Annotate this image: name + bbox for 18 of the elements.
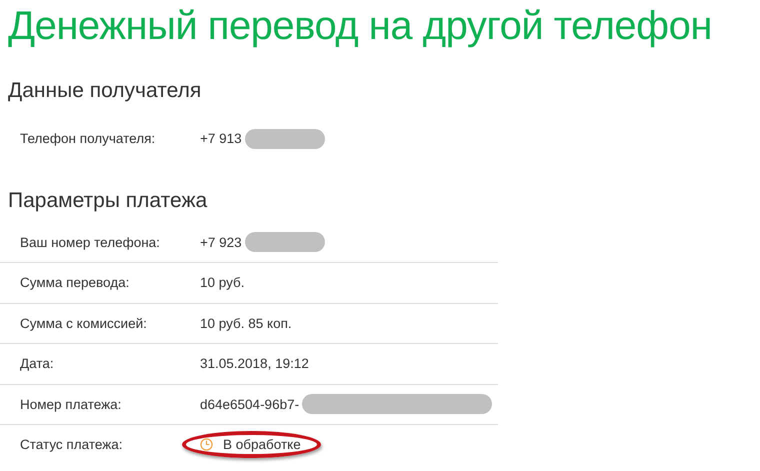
field-label: Ваш номер телефона: (19, 234, 161, 250)
section-heading: Данные получателя (7, 79, 202, 103)
field-value: +7 913 (200, 131, 242, 146)
field-label: Телефон получателя: (19, 131, 156, 146)
field-value: 31.05.2018, 19:12 (200, 356, 309, 372)
page-title: Денежный перевод на другой телефон (7, 3, 713, 49)
field-value: d64e6504-96b7- (200, 396, 300, 412)
section-heading: Параметры платежа (7, 188, 208, 212)
field-value: 10 руб. (200, 275, 245, 290)
status-value: В обработке (223, 437, 301, 452)
field-value: +7 923 (200, 234, 242, 250)
field-label: Дата: (19, 356, 55, 372)
field-label: Номер платежа: (19, 396, 122, 412)
field-label: Сумма перевода: (19, 275, 130, 290)
clock-icon (200, 438, 213, 452)
field-value: 10 руб. 85 коп. (200, 316, 292, 331)
field-label: Сумма с комиссией: (19, 316, 148, 331)
field-label: Статус платежа: (19, 437, 124, 452)
